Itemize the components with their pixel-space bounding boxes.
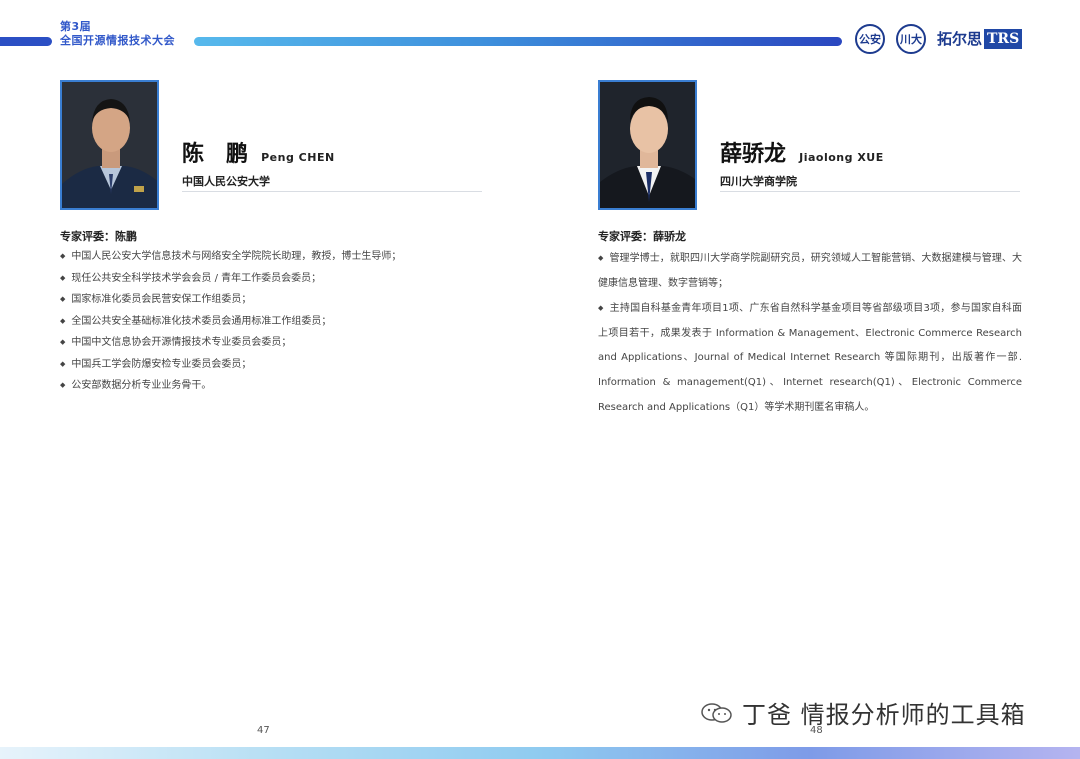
bullet-icon: ◆ bbox=[60, 359, 66, 368]
wechat-icon bbox=[701, 702, 732, 723]
list-item: ◆ 现任公共安全科学技术学会会员 / 青年工作委员会委员； bbox=[60, 268, 460, 290]
expert-panel-right: 薛骄龙 Jiaolong XUE 四川大学商学院 专家评委：薛骄龙 ◆ 管理学博士… bbox=[598, 80, 1022, 425]
scu-logo: 川大 bbox=[896, 24, 926, 54]
review-title: 专家评委：陈鹏 bbox=[60, 230, 137, 243]
bio-text: 公安部数据分析专业业务骨干。 bbox=[71, 380, 212, 391]
bio-text: 现任公共安全科学技术学会会员 / 青年工作委员会委员； bbox=[71, 272, 322, 284]
list-item: ◆ 中国人民公安大学信息技术与网络安全学院院长助理，教授，博士生导师； bbox=[60, 246, 460, 268]
footer-gradient-bar bbox=[0, 747, 1080, 759]
review-title: 专家评委：薛骄龙 bbox=[598, 230, 686, 243]
expert-name: 薛骄龙 Jiaolong XUE bbox=[720, 136, 884, 168]
expert-panel-left: 陈 鹏 Peng CHEN 中国人民公安大学 专家评委：陈鹏 ◆ 中国人民公安大学… bbox=[60, 80, 482, 400]
bio-text: 中国兵工学会防爆安检专业委员会委员； bbox=[71, 358, 252, 370]
trs-logo: 拓尔思 TRS bbox=[937, 28, 1023, 49]
trs-logo-badge: TRS bbox=[984, 28, 1023, 49]
page-number-left: 47 bbox=[257, 725, 270, 736]
list-item: ◆ 国家标准化委员会民营安保工作组委员； bbox=[60, 289, 460, 311]
bullet-icon: ◆ bbox=[60, 273, 66, 282]
bullet-icon: ◆ bbox=[598, 304, 604, 313]
conference-title: 第3届 全国开源情报技术大会 bbox=[60, 20, 175, 48]
conference-name: 全国开源情报技术大会 bbox=[60, 34, 175, 47]
conference-edition: 第3届 bbox=[60, 20, 92, 33]
header-gradient-bar bbox=[194, 37, 842, 46]
bullet-icon: ◆ bbox=[60, 295, 66, 303]
scu-logo-icon: 川大 bbox=[896, 24, 926, 54]
bullet-icon: ◆ bbox=[60, 316, 66, 325]
trs-logo-script: 拓尔思 bbox=[937, 30, 983, 48]
bullet-icon: ◆ bbox=[598, 254, 604, 262]
watermark-text: 丁爸 情报分析师的工具箱 bbox=[742, 701, 1026, 729]
bullet-icon: ◆ bbox=[60, 252, 66, 260]
expert-name-zh: 薛骄龙 bbox=[720, 142, 787, 167]
expert-photo-xue bbox=[598, 80, 697, 210]
bio-text: 主持国自科基金青年项目1项、广东省自然科学基金项目等省部级项目3项，参与国家自科… bbox=[598, 303, 1022, 413]
name-divider bbox=[182, 191, 482, 192]
list-item: ◆ 主持国自科基金青年项目1项、广东省自然科学基金项目等省部级项目3项，参与国家自… bbox=[598, 296, 1022, 420]
expert-affiliation: 四川大学商学院 bbox=[720, 175, 797, 188]
expert-affiliation: 中国人民公安大学 bbox=[182, 175, 270, 188]
list-item: ◆ 公安部数据分析专业业务骨干。 bbox=[60, 375, 460, 397]
bio-text: 中国中文信息协会开源情报技术专业委员会委员； bbox=[71, 337, 292, 348]
list-item: ◆ 管理学博士，就职四川大学商学院副研究员，研究领域人工智能营销、大数据建模与管理… bbox=[598, 246, 1022, 296]
bio-text: 管理学博士，就职四川大学商学院副研究员，研究领域人工智能营销、大数据建模与管理、… bbox=[598, 253, 1022, 289]
ppsuc-logo: 公安 bbox=[855, 24, 885, 54]
expert-name-en: Jiaolong XUE bbox=[799, 151, 884, 164]
bio-text: 国家标准化委员会民营安保工作组委员； bbox=[71, 294, 252, 305]
bio-text: 全国公共安全基础标准化技术委员会通用标准工作组委员； bbox=[71, 315, 332, 327]
header-left-bar bbox=[0, 37, 52, 46]
portrait-xue bbox=[600, 82, 695, 208]
bullet-icon: ◆ bbox=[60, 338, 66, 346]
expert-name-zh: 陈 鹏 bbox=[182, 142, 249, 167]
name-divider bbox=[720, 191, 1020, 192]
portrait-chen bbox=[62, 82, 157, 208]
bio-text: 中国人民公安大学信息技术与网络安全学院院长助理，教授，博士生导师； bbox=[71, 251, 402, 262]
expert-bio-list: ◆ 管理学博士，就职四川大学商学院副研究员，研究领域人工智能营销、大数据建模与管理… bbox=[598, 246, 1022, 420]
expert-name-en: Peng CHEN bbox=[261, 151, 335, 164]
list-item: ◆ 全国公共安全基础标准化技术委员会通用标准工作组委员； bbox=[60, 311, 460, 333]
expert-photo-chen bbox=[60, 80, 159, 210]
list-item: ◆ 中国兵工学会防爆安检专业委员会委员； bbox=[60, 354, 460, 376]
list-item: ◆ 中国中文信息协会开源情报技术专业委员会委员； bbox=[60, 332, 460, 354]
ppsuc-logo-icon: 公安 bbox=[855, 24, 885, 54]
expert-bio-list: ◆ 中国人民公安大学信息技术与网络安全学院院长助理，教授，博士生导师； ◆ 现任公共… bbox=[60, 246, 460, 397]
expert-name: 陈 鹏 Peng CHEN bbox=[182, 136, 335, 168]
bullet-icon: ◆ bbox=[60, 381, 66, 389]
watermark: 丁爸 情报分析师的工具箱 bbox=[700, 695, 1026, 730]
